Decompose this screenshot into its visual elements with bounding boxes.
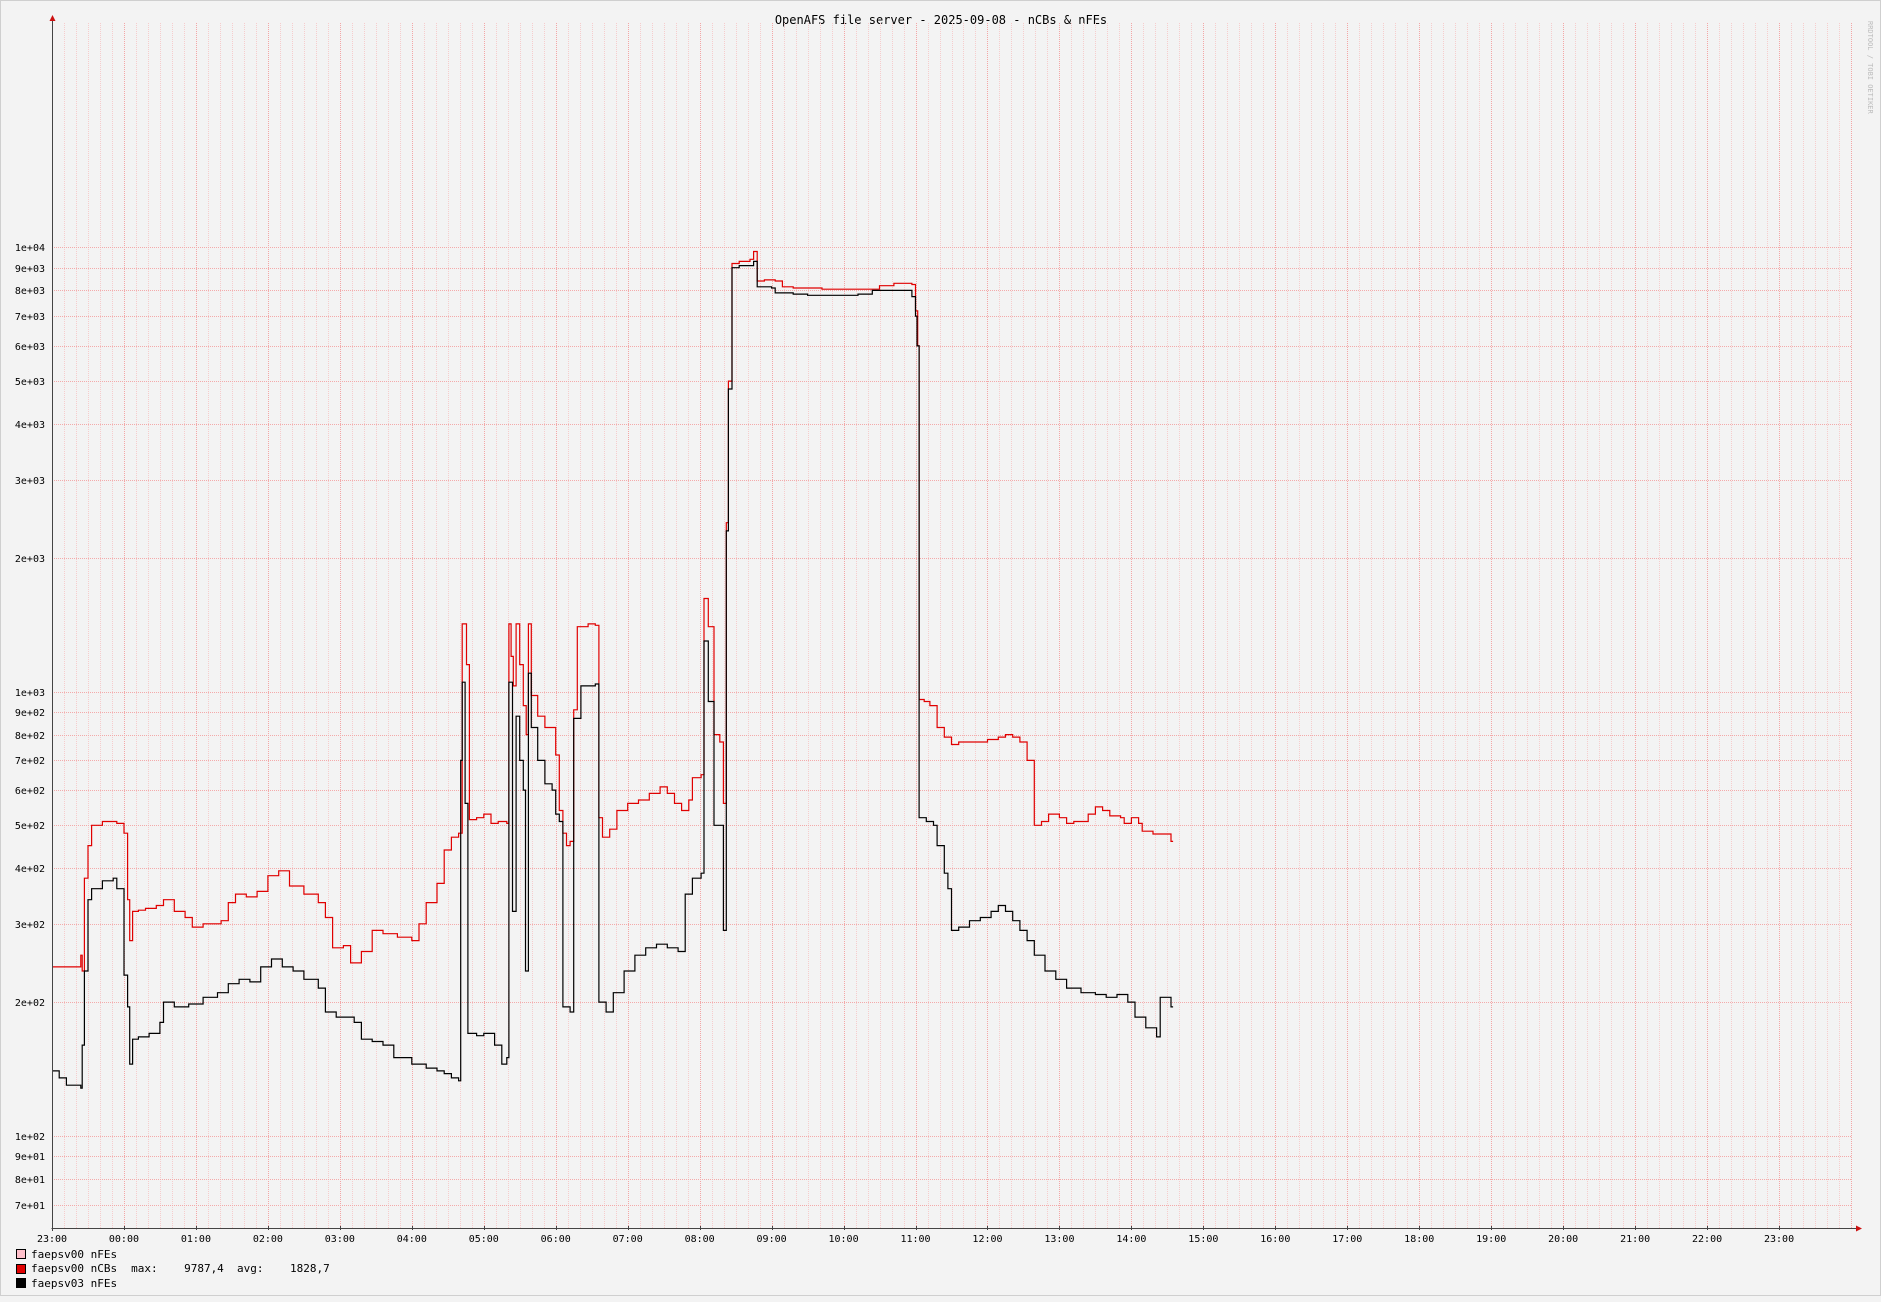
x-axis-arrow: [1856, 1225, 1862, 1232]
y-tick-label: 5e+03: [15, 377, 45, 388]
y-tick-label: 7e+01: [15, 1201, 45, 1212]
legend-swatch: [16, 1249, 26, 1260]
legend-swatch: [16, 1263, 26, 1274]
x-tick-label: 04:00: [397, 1234, 427, 1245]
y-tick-label: 1e+02: [15, 1132, 45, 1143]
y-tick-label: 8e+03: [15, 286, 45, 297]
legend-label: faepsv03 nFEs: [31, 1276, 118, 1290]
watermark: RRDTOOL / TOBI OETIKER: [1866, 21, 1874, 115]
legend-item: faepsv00 nFEs: [16, 1247, 330, 1262]
legend-swatch: [16, 1278, 26, 1289]
x-tick-label: 06:00: [541, 1234, 571, 1245]
x-tick-label: 02:00: [253, 1234, 283, 1245]
chart-svg: OpenAFS file server - 2025-09-08 - nCBs …: [15, 13, 1874, 1245]
x-tick-label: 21:00: [1620, 1234, 1650, 1245]
x-tick-label: 07:00: [613, 1234, 643, 1245]
x-tick-label: 05:00: [469, 1234, 499, 1245]
y-tick-label: 4e+03: [15, 420, 45, 431]
x-tick-label: 13:00: [1044, 1234, 1074, 1245]
legend-label: faepsv00 nCBs: [31, 1262, 118, 1276]
y-tick-label: 7e+03: [15, 312, 45, 323]
x-tick-label: 11:00: [900, 1234, 930, 1245]
x-axis-labels: 23:00 00:00 01:00 02:00 03:00 04:00 05:00 06:00…: [37, 1234, 1794, 1245]
x-tick-label: 22:00: [1692, 1234, 1722, 1245]
y-tick-label: 1e+04: [15, 243, 45, 254]
legend: faepsv00 nFEs faepsv00 nCBs max: 9787,4 av…: [16, 1247, 330, 1291]
y-tick-label: 8e+02: [15, 731, 45, 742]
legend-label: faepsv00 nFEs: [31, 1247, 118, 1261]
y-tick-label: 5e+02: [15, 821, 45, 832]
x-tick-label: 10:00: [829, 1234, 859, 1245]
y-tick-label: 4e+02: [15, 864, 45, 875]
axes: [49, 15, 1862, 1232]
x-tick-label: 16:00: [1260, 1234, 1290, 1245]
y-tick-label: 9e+03: [15, 264, 45, 275]
minor-grid: [64, 23, 1840, 1228]
x-tick-label: 15:00: [1188, 1234, 1218, 1245]
y-tick-label: 2e+02: [15, 998, 45, 1009]
chart-title: OpenAFS file server - 2025-09-08 - nCBs …: [775, 13, 1107, 27]
y-tick-label: 2e+03: [15, 554, 45, 565]
y-tick-label: 9e+01: [15, 1152, 45, 1163]
legend-item: faepsv03 nFEs: [16, 1276, 330, 1291]
x-tick-label: 00:00: [109, 1234, 139, 1245]
x-tick-label: 14:00: [1116, 1234, 1146, 1245]
x-tick-label: 01:00: [181, 1234, 211, 1245]
y-tick-label: 8e+01: [15, 1175, 45, 1186]
y-tick-label: 6e+03: [15, 342, 45, 353]
y-tick-label: 3e+02: [15, 920, 45, 931]
x-tick-label: 23:00: [1764, 1234, 1794, 1245]
x-tick-label: 23:00: [37, 1234, 67, 1245]
y-tick-label: 1e+03: [15, 688, 45, 699]
y-axis-labels: 1e+04 9e+03 8e+03 7e+03 6e+03 5e+03 4e+03 3e+03…: [15, 243, 45, 1212]
x-tick-label: 20:00: [1548, 1234, 1578, 1245]
x-tick-label: 18:00: [1404, 1234, 1434, 1245]
y-axis-arrow: [49, 15, 56, 21]
y-tick-label: 9e+02: [15, 708, 45, 719]
x-tick-label: 09:00: [757, 1234, 787, 1245]
x-tick-label: 08:00: [685, 1234, 715, 1245]
y-tick-label: 7e+02: [15, 756, 45, 767]
legend-stats: max: 9787,4 avg: 1828,7: [131, 1262, 330, 1276]
x-tick-label: 03:00: [325, 1234, 355, 1245]
x-tick-label: 12:00: [972, 1234, 1002, 1245]
y-tick-label: 3e+03: [15, 476, 45, 487]
legend-item: faepsv00 nCBs max: 9787,4 avg: 1828,7: [16, 1262, 330, 1277]
x-tick-label: 17:00: [1332, 1234, 1362, 1245]
x-tick-label: 19:00: [1476, 1234, 1506, 1245]
y-tick-label: 6e+02: [15, 786, 45, 797]
chart-frame: OpenAFS file server - 2025-09-08 - nCBs …: [0, 0, 1881, 1296]
